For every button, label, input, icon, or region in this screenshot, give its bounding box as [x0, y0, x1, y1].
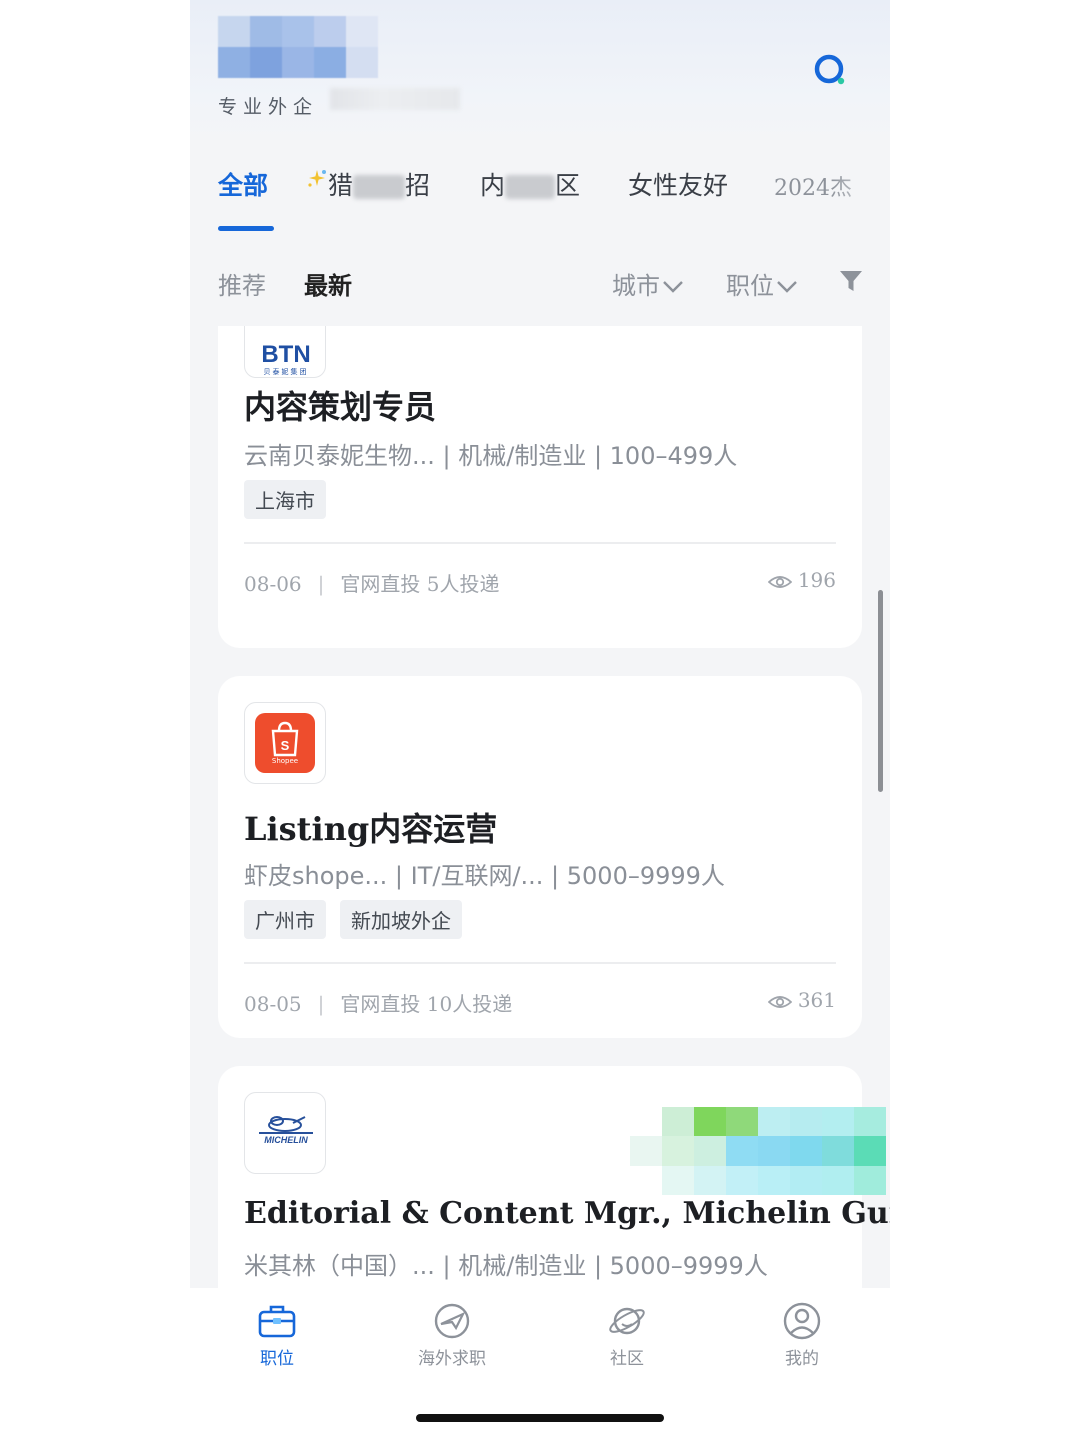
- tab-headhunter[interactable]: 猎招: [306, 166, 430, 202]
- shopping-bag-icon: S: [271, 721, 299, 757]
- home-indicator[interactable]: [416, 1414, 664, 1422]
- company-type-tag: 新加坡外企: [340, 900, 462, 939]
- company-logo: MICHELIN: [244, 1092, 326, 1174]
- company-logo: S Shopee: [244, 702, 326, 784]
- card-divider: [244, 962, 836, 964]
- chevron-down-icon: [663, 281, 683, 293]
- city-dropdown[interactable]: 城市: [612, 266, 684, 301]
- job-title: Editorial & Content Mgr., Michelin Guide: [244, 1196, 890, 1231]
- location-tag: 上海市: [244, 480, 326, 519]
- app-header: 专业外企: [190, 0, 890, 140]
- tab-all[interactable]: 全部: [218, 166, 268, 202]
- tab-internal[interactable]: 内区: [480, 166, 580, 202]
- tab-internal-suffix: 区: [555, 171, 581, 200]
- shopee-logo: S Shopee: [255, 713, 315, 773]
- btn-logo-subtext: 贝泰妮集团: [263, 368, 309, 376]
- meta-separator: |: [317, 992, 325, 1016]
- tab-women-friendly[interactable]: 女性友好: [628, 166, 728, 202]
- job-card[interactable]: S Shopee Listing内容运营 虾皮shope... | IT/互联网…: [218, 676, 862, 1038]
- company-logo: BTN 贝泰妮集团: [244, 326, 326, 378]
- eye-icon: [767, 575, 793, 588]
- card-divider: [244, 542, 836, 544]
- planet-icon: [609, 1307, 645, 1335]
- job-title: Listing内容运营: [244, 810, 498, 848]
- city-dropdown-label: 城市: [612, 272, 660, 300]
- tabbar-label: 职位: [260, 1349, 294, 1369]
- michelin-logo-text: MICHELIN: [264, 1135, 308, 1145]
- filter-icon[interactable]: [838, 268, 864, 294]
- sort-latest[interactable]: 最新: [304, 266, 352, 301]
- tabbar-label: 社区: [610, 1349, 644, 1369]
- app-screen: 专业外企 全部 猎招 内区 女性友好 2024杰 推荐 最新 城市 职位 BTN…: [190, 0, 890, 1440]
- search-icon[interactable]: [812, 52, 848, 88]
- eye-icon: [767, 995, 793, 1008]
- company-info: 云南贝泰妮生物... | 机械/制造业 | 100–499人: [244, 442, 738, 470]
- job-card[interactable]: BTN 贝泰妮集团 内容策划专员 云南贝泰妮生物... | 机械/制造业 | 1…: [218, 326, 862, 648]
- bottom-tab-bar: 职位 海外求职 社区 我的: [190, 1288, 890, 1440]
- shopee-logo-text: Shopee: [271, 757, 299, 765]
- tab-headhunter-suffix: 招: [405, 171, 431, 200]
- job-title: 内容策划专员: [244, 388, 437, 426]
- active-tab-indicator: [218, 226, 274, 231]
- view-count: 361: [767, 988, 836, 1012]
- btn-logo-text: BTN: [261, 341, 311, 368]
- tabbar-item-jobs[interactable]: 职位: [217, 1302, 337, 1369]
- company-info: 米其林（中国）... | 机械/制造业 | 5000–9999人: [244, 1252, 768, 1280]
- tabbar-item-community[interactable]: 社区: [567, 1302, 687, 1369]
- briefcase-icon: [258, 1305, 296, 1338]
- svg-text:S: S: [281, 738, 290, 753]
- app-tagline: 专业外企: [218, 96, 319, 118]
- view-count: 196: [767, 568, 836, 592]
- plane-icon: [434, 1303, 470, 1339]
- apply-info: 官网直投 10人投递: [340, 992, 513, 1016]
- user-icon: [783, 1302, 821, 1340]
- blurred-tagline-text: [330, 88, 460, 110]
- job-tags: 广州市 新加坡外企: [244, 900, 476, 939]
- sort-filter-bar: 推荐 最新 城市 职位: [190, 250, 890, 316]
- sparkle-icon: [308, 170, 326, 187]
- job-meta: 08-05 | 官网直投 10人投递: [244, 988, 512, 1017]
- position-dropdown-label: 职位: [726, 272, 774, 300]
- pixelated-watermark: [630, 1107, 886, 1195]
- category-tabs: 全部 猎招 内区 女性友好 2024杰: [190, 150, 890, 240]
- tab-internal-prefix: 内: [480, 171, 506, 200]
- location-tag: 广州市: [244, 900, 326, 939]
- blurred-tab-text: [353, 175, 406, 199]
- meta-separator: |: [317, 572, 325, 596]
- tab-fade: [830, 150, 890, 240]
- blurred-tab-text: [505, 175, 556, 199]
- blurred-app-logo: [218, 16, 378, 78]
- view-count-value: 196: [797, 568, 836, 592]
- apply-info: 官网直投 5人投递: [340, 572, 500, 596]
- post-date: 08-05: [244, 992, 302, 1016]
- tab-headhunter-prefix: 猎: [328, 171, 354, 200]
- post-date: 08-06: [244, 572, 302, 596]
- tabbar-item-overseas[interactable]: 海外求职: [392, 1302, 512, 1369]
- company-info: 虾皮shope... | IT/互联网/... | 5000–9999人: [244, 862, 725, 890]
- view-count-value: 361: [797, 988, 836, 1012]
- tabbar-label: 我的: [785, 1349, 819, 1369]
- sort-recommend[interactable]: 推荐: [218, 266, 266, 301]
- position-dropdown[interactable]: 职位: [726, 266, 798, 301]
- job-tags: 上海市: [244, 480, 340, 519]
- job-meta: 08-06 | 官网直投 5人投递: [244, 568, 500, 597]
- chevron-down-icon: [777, 281, 797, 293]
- tabbar-label: 海外求职: [418, 1349, 486, 1369]
- scrollbar[interactable]: [878, 590, 883, 792]
- tabbar-item-profile[interactable]: 我的: [742, 1302, 862, 1369]
